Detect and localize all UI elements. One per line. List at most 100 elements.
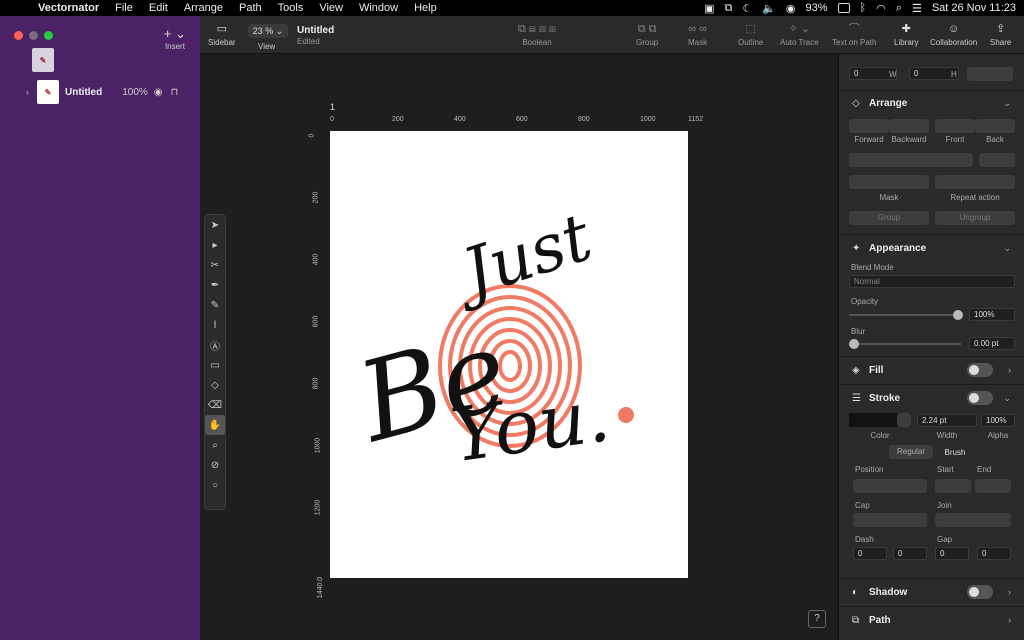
menu-file[interactable]: File: [107, 2, 141, 14]
chevron-down-icon[interactable]: ⌄: [1003, 393, 1011, 404]
menu-app-name[interactable]: Vectornator: [30, 2, 107, 14]
shadow-toggle[interactable]: [967, 585, 993, 599]
forward-button[interactable]: [849, 119, 889, 133]
back-button[interactable]: [975, 119, 1015, 133]
backward-button[interactable]: [889, 119, 929, 133]
text-tool-icon[interactable]: Ⓐ: [205, 335, 225, 355]
control-center-icon[interactable]: ☰: [912, 2, 922, 15]
group-button[interactable]: ⧉ ⧉ Group: [636, 22, 658, 47]
screen-mirror-icon[interactable]: ⧉: [724, 2, 732, 15]
tab-brush[interactable]: Brush: [935, 448, 975, 457]
eyedropper-icon[interactable]: [897, 413, 911, 427]
volume-icon[interactable]: 🔈: [762, 2, 776, 15]
stroke-swatch[interactable]: ○: [205, 475, 225, 495]
outline-button[interactable]: ⬚ Outline: [738, 22, 763, 47]
menu-view[interactable]: View: [311, 2, 351, 14]
eye-icon[interactable]: ◉: [154, 87, 163, 98]
stroke-alpha-field[interactable]: 100%: [981, 414, 1015, 427]
menu-arrange[interactable]: Arrange: [176, 2, 231, 14]
user-icon[interactable]: ◉: [786, 2, 796, 15]
fill-toggle[interactable]: [967, 363, 993, 377]
chevron-down-icon[interactable]: ⌄: [1003, 98, 1011, 109]
brush-tool-icon[interactable]: ǀ: [205, 315, 225, 335]
lock-icon[interactable]: ⊓: [171, 87, 179, 98]
shape-tool-icon[interactable]: ▭: [205, 355, 225, 375]
bluetooth-icon[interactable]: ᛒ: [860, 2, 867, 14]
zoom-window-button[interactable]: [44, 31, 53, 40]
eraser-tool-icon[interactable]: ⌫: [205, 395, 225, 415]
node-tool-icon[interactable]: ▸: [205, 235, 225, 255]
menu-path[interactable]: Path: [231, 2, 270, 14]
gap-field-2[interactable]: 0: [977, 547, 1011, 560]
layer-name[interactable]: Untitled: [65, 87, 102, 98]
distribute-buttons[interactable]: [979, 153, 1015, 167]
group-action-button[interactable]: Group: [849, 211, 929, 225]
gap-field-1[interactable]: 0: [935, 547, 969, 560]
tab-regular[interactable]: Regular: [889, 445, 933, 459]
cap-buttons[interactable]: [853, 513, 927, 527]
notification-icon[interactable]: ▣: [704, 2, 714, 15]
text-on-path-button[interactable]: ⌒ Text on Path: [832, 22, 876, 47]
stroke-position-buttons[interactable]: [853, 479, 927, 493]
align-buttons[interactable]: [849, 153, 973, 167]
artboard[interactable]: Just Be You.: [330, 131, 688, 578]
canvas-area[interactable]: 1 0 200 400 600 800 1000 1152 0 200 400 …: [200, 54, 838, 640]
library-button[interactable]: ✚ Library: [894, 22, 918, 47]
chevron-down-icon[interactable]: ⌄: [1003, 243, 1011, 254]
wifi-icon[interactable]: ◠: [876, 2, 886, 15]
front-button[interactable]: [935, 119, 975, 133]
artwork[interactable]: Just Be You.: [330, 131, 688, 578]
scissors-tool-icon[interactable]: ✂: [205, 255, 225, 275]
chevron-right-icon[interactable]: ›: [1008, 365, 1011, 375]
pencil-tool-icon[interactable]: ✎: [205, 295, 225, 315]
dash-field-1[interactable]: 0: [853, 547, 887, 560]
menu-window[interactable]: Window: [351, 2, 406, 14]
search-icon[interactable]: ⌕: [896, 2, 902, 15]
layer-row[interactable]: › ✎ Untitled 100% ◉ ⊓: [0, 78, 200, 106]
minimize-window-button[interactable]: [29, 31, 38, 40]
join-buttons[interactable]: [935, 513, 1011, 527]
share-button[interactable]: ⇪ Share: [990, 22, 1011, 47]
fill-tool-icon[interactable]: ◇: [205, 375, 225, 395]
fill-swatch[interactable]: ⊘: [205, 455, 225, 475]
blur-slider[interactable]: [849, 343, 961, 345]
sidebar-toggle-button[interactable]: ▭ Sidebar: [208, 22, 236, 47]
selection-tool-icon[interactable]: ➤: [205, 215, 225, 235]
auto-trace-button[interactable]: ✧ ⌄ Auto Trace: [780, 22, 819, 47]
start-arrow-select[interactable]: [935, 479, 971, 493]
menu-tools[interactable]: Tools: [270, 2, 312, 14]
hand-tool-icon[interactable]: ✋: [205, 415, 225, 435]
clock[interactable]: Sat 26 Nov 11:23: [932, 2, 1016, 14]
pen-tool-icon[interactable]: ✒: [205, 275, 225, 295]
boolean-button[interactable]: ⧉ ⧈ ⧇ ⧆ Boolean: [518, 22, 556, 47]
zoom-dropdown[interactable]: 23 % ⌄: [248, 24, 288, 38]
opacity-field[interactable]: 100%: [969, 308, 1015, 321]
document-title[interactable]: Untitled: [297, 25, 334, 36]
flip-button[interactable]: [967, 67, 1013, 81]
blur-field[interactable]: 0.00 pt: [969, 337, 1015, 350]
blur-knob[interactable]: [849, 339, 859, 349]
stroke-toggle[interactable]: [967, 391, 993, 405]
chevron-right-icon[interactable]: ›: [1008, 587, 1011, 597]
chevron-right-icon[interactable]: ›: [1008, 615, 1011, 625]
collaboration-button[interactable]: ☺ Collaboration: [930, 22, 977, 47]
dash-field-2[interactable]: 0: [893, 547, 927, 560]
stroke-width-field[interactable]: 2.24 pt: [917, 414, 977, 427]
battery-icon[interactable]: [837, 3, 850, 13]
chevron-right-icon[interactable]: ›: [26, 87, 29, 97]
artboard-row[interactable]: ✎: [0, 46, 200, 74]
close-window-button[interactable]: [14, 31, 23, 40]
menu-edit[interactable]: Edit: [141, 2, 176, 14]
help-button[interactable]: ?: [808, 610, 826, 628]
focus-icon[interactable]: ☾: [742, 2, 752, 15]
menu-help[interactable]: Help: [406, 2, 445, 14]
end-arrow-select[interactable]: [975, 479, 1011, 493]
mask-button[interactable]: ∞ ∞ Mask: [688, 22, 707, 47]
zoom-tool-icon[interactable]: ⌕: [205, 435, 225, 455]
ungroup-action-button[interactable]: Ungroup: [935, 211, 1015, 225]
repeat-action-button[interactable]: [935, 175, 1015, 189]
mask-action-button[interactable]: [849, 175, 929, 189]
opacity-knob[interactable]: [953, 310, 963, 320]
opacity-slider[interactable]: [849, 314, 961, 316]
blend-mode-select[interactable]: Normal: [849, 275, 1015, 288]
